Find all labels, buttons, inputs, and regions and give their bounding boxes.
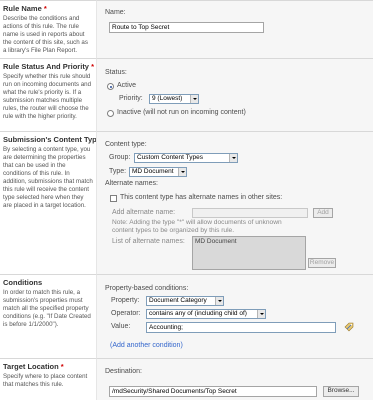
add-condition-area: (Add another condition) bbox=[96, 334, 373, 358]
alternate-names-checkbox-label: This content type has alternate names in… bbox=[120, 194, 283, 201]
conditions-info: Conditions In order to match this rule, … bbox=[0, 274, 96, 334]
active-label: Active bbox=[117, 82, 137, 89]
alternate-names-listbox[interactable]: MD Document bbox=[192, 236, 306, 270]
priority-label: Priority: bbox=[119, 95, 143, 102]
group-label: Group: bbox=[109, 154, 131, 161]
rule-status-description: Specify whether this rule should run on … bbox=[3, 73, 92, 120]
rule-status-fields: Status: Active Priority: 9 (Lowest) Inac… bbox=[96, 58, 373, 131]
property-select[interactable]: Document Category bbox=[146, 296, 224, 306]
target-location-title: Target Location * bbox=[3, 362, 64, 371]
value-label: Value: bbox=[111, 323, 131, 330]
rule-name-input[interactable]: Route to Top Secret bbox=[109, 22, 264, 33]
operator-label: Operator: bbox=[111, 310, 141, 317]
add-alternate-name-label: Add alternate name: bbox=[112, 209, 176, 216]
status-label: Status: bbox=[105, 69, 127, 76]
content-type-info: Submission's Content Type * By selecting… bbox=[0, 131, 106, 274]
property-label: Property: bbox=[111, 297, 140, 304]
add-another-condition-link[interactable]: (Add another condition) bbox=[110, 342, 183, 349]
property-based-conditions-label: Property-based conditions: bbox=[105, 285, 189, 292]
content-type-section: Submission's Content Type * By selecting… bbox=[0, 131, 373, 274]
inactive-radio[interactable] bbox=[107, 110, 114, 117]
priority-select[interactable]: 9 (Lowest) bbox=[149, 94, 199, 104]
content-type-description: By selecting a content type, you are det… bbox=[3, 146, 93, 209]
list-of-alternate-names-label: List of alternate names: bbox=[112, 238, 185, 245]
add-button[interactable]: Add bbox=[313, 208, 333, 218]
rule-status-section: Rule Status And Priority * Specify wheth… bbox=[0, 58, 373, 131]
chevron-down-icon bbox=[257, 310, 265, 318]
remove-button[interactable]: Remove bbox=[308, 258, 336, 268]
target-location-info: Target Location * Specify where to place… bbox=[0, 358, 96, 400]
name-label: Name: bbox=[105, 9, 126, 16]
type-select[interactable]: MD Document bbox=[129, 167, 187, 177]
active-radio[interactable] bbox=[107, 83, 114, 90]
inactive-label: Inactive (will not run on incoming conte… bbox=[117, 109, 246, 116]
content-type-fields: Content type: Group: Custom Content Type… bbox=[96, 131, 373, 274]
content-type-title: Submission's Content Type * bbox=[3, 135, 106, 144]
rule-status-info: Rule Status And Priority * Specify wheth… bbox=[0, 58, 96, 131]
browse-button[interactable]: Browse... bbox=[323, 386, 359, 397]
alternate-names-checkbox[interactable] bbox=[110, 195, 117, 202]
rule-name-section: Rule Name * Describe the conditions and … bbox=[0, 0, 373, 58]
conditions-title: Conditions bbox=[3, 278, 43, 287]
alternate-names-label: Alternate names: bbox=[105, 180, 158, 187]
chevron-down-icon bbox=[229, 154, 237, 162]
alternate-names-list-item[interactable]: MD Document bbox=[195, 238, 237, 245]
conditions-section: Conditions In order to match this rule, … bbox=[0, 274, 373, 334]
conditions-description: In order to match this rule, a submissio… bbox=[3, 289, 91, 328]
rule-name-description: Describe the conditions and actions of t… bbox=[3, 15, 88, 54]
target-location-section: Target Location * Specify where to place… bbox=[0, 358, 373, 400]
chevron-down-icon bbox=[178, 168, 186, 176]
alternate-names-note: Note: Adding the type "*" will allow doc… bbox=[112, 219, 282, 234]
chevron-down-icon bbox=[215, 297, 223, 305]
rule-name-info: Rule Name * Describe the conditions and … bbox=[0, 0, 96, 58]
destination-label: Destination: bbox=[105, 368, 142, 375]
add-condition-spacer bbox=[0, 334, 96, 358]
group-select[interactable]: Custom Content Types bbox=[134, 153, 238, 163]
operator-select[interactable]: contains any of (including child of) bbox=[146, 309, 266, 319]
content-type-label: Content type: bbox=[105, 141, 147, 148]
add-condition-row: (Add another condition) bbox=[0, 334, 373, 358]
value-input[interactable]: Accounting; bbox=[146, 322, 336, 333]
rule-status-title: Rule Status And Priority * bbox=[3, 62, 94, 71]
type-label: Type: bbox=[109, 168, 127, 175]
rule-name-title: Rule Name * bbox=[3, 4, 47, 13]
add-alternate-name-input[interactable] bbox=[192, 208, 308, 218]
target-location-fields: Destination: /mdSecurity/Shared Document… bbox=[96, 358, 373, 400]
conditions-fields: Property-based conditions: Property: Doc… bbox=[96, 274, 373, 334]
rule-name-fields: Name: Route to Top Secret bbox=[96, 0, 373, 58]
destination-input[interactable]: /mdSecurity/Shared Documents/Top Secret bbox=[109, 386, 317, 397]
tags-icon[interactable] bbox=[344, 322, 355, 333]
target-location-description: Specify where to place content that matc… bbox=[3, 373, 88, 388]
chevron-down-icon bbox=[190, 95, 198, 103]
